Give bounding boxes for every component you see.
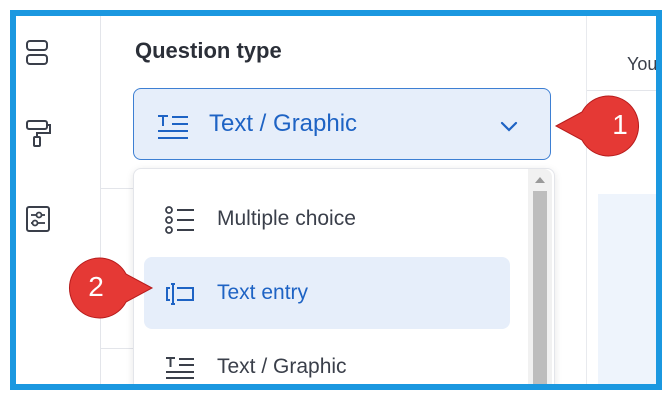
text-graphic-icon bbox=[164, 353, 196, 383]
callout-number: 1 bbox=[612, 109, 628, 140]
content-background bbox=[598, 194, 656, 384]
question-type-select[interactable]: Text / Graphic bbox=[133, 88, 551, 160]
divider bbox=[587, 90, 656, 91]
select-value: Text / Graphic bbox=[209, 110, 358, 137]
option-text-entry[interactable]: Text entry bbox=[144, 257, 510, 329]
option-multiple-choice[interactable]: Multiple choice bbox=[144, 183, 510, 255]
divider bbox=[100, 188, 134, 189]
divider bbox=[100, 348, 134, 349]
text-entry-icon bbox=[164, 279, 196, 309]
callout-marker-1: 1 bbox=[554, 92, 654, 157]
partial-header-text: You' bbox=[627, 54, 661, 74]
option-label: Text / Graphic bbox=[217, 355, 347, 378]
sliders-settings-icon[interactable] bbox=[24, 204, 54, 234]
dropdown-scrollbar[interactable] bbox=[528, 169, 552, 384]
option-label: Text entry bbox=[217, 281, 309, 304]
text-graphic-icon bbox=[156, 111, 190, 141]
scroll-up-arrow-icon[interactable] bbox=[535, 177, 545, 183]
chevron-down-icon bbox=[498, 115, 520, 137]
list-bullets-icon bbox=[164, 205, 196, 235]
content-indicator bbox=[656, 294, 662, 324]
scrollbar-thumb[interactable] bbox=[533, 191, 547, 384]
question-type-dropdown: Multiple choice Text entry Text / Graphi… bbox=[133, 168, 555, 384]
callout-marker-2: 2 bbox=[54, 254, 154, 319]
question-type-heading: Question type bbox=[135, 38, 282, 63]
paint-roller-icon[interactable] bbox=[24, 118, 54, 148]
layout-blocks-icon[interactable] bbox=[24, 38, 54, 68]
option-label: Multiple choice bbox=[217, 207, 356, 230]
screenshot-frame: You' Question type Text / Graphic Multip… bbox=[10, 10, 662, 390]
content-indicator bbox=[656, 376, 662, 390]
left-toolbar bbox=[16, 16, 101, 384]
option-text-graphic[interactable]: Text / Graphic bbox=[144, 331, 510, 384]
callout-number: 2 bbox=[88, 271, 104, 302]
